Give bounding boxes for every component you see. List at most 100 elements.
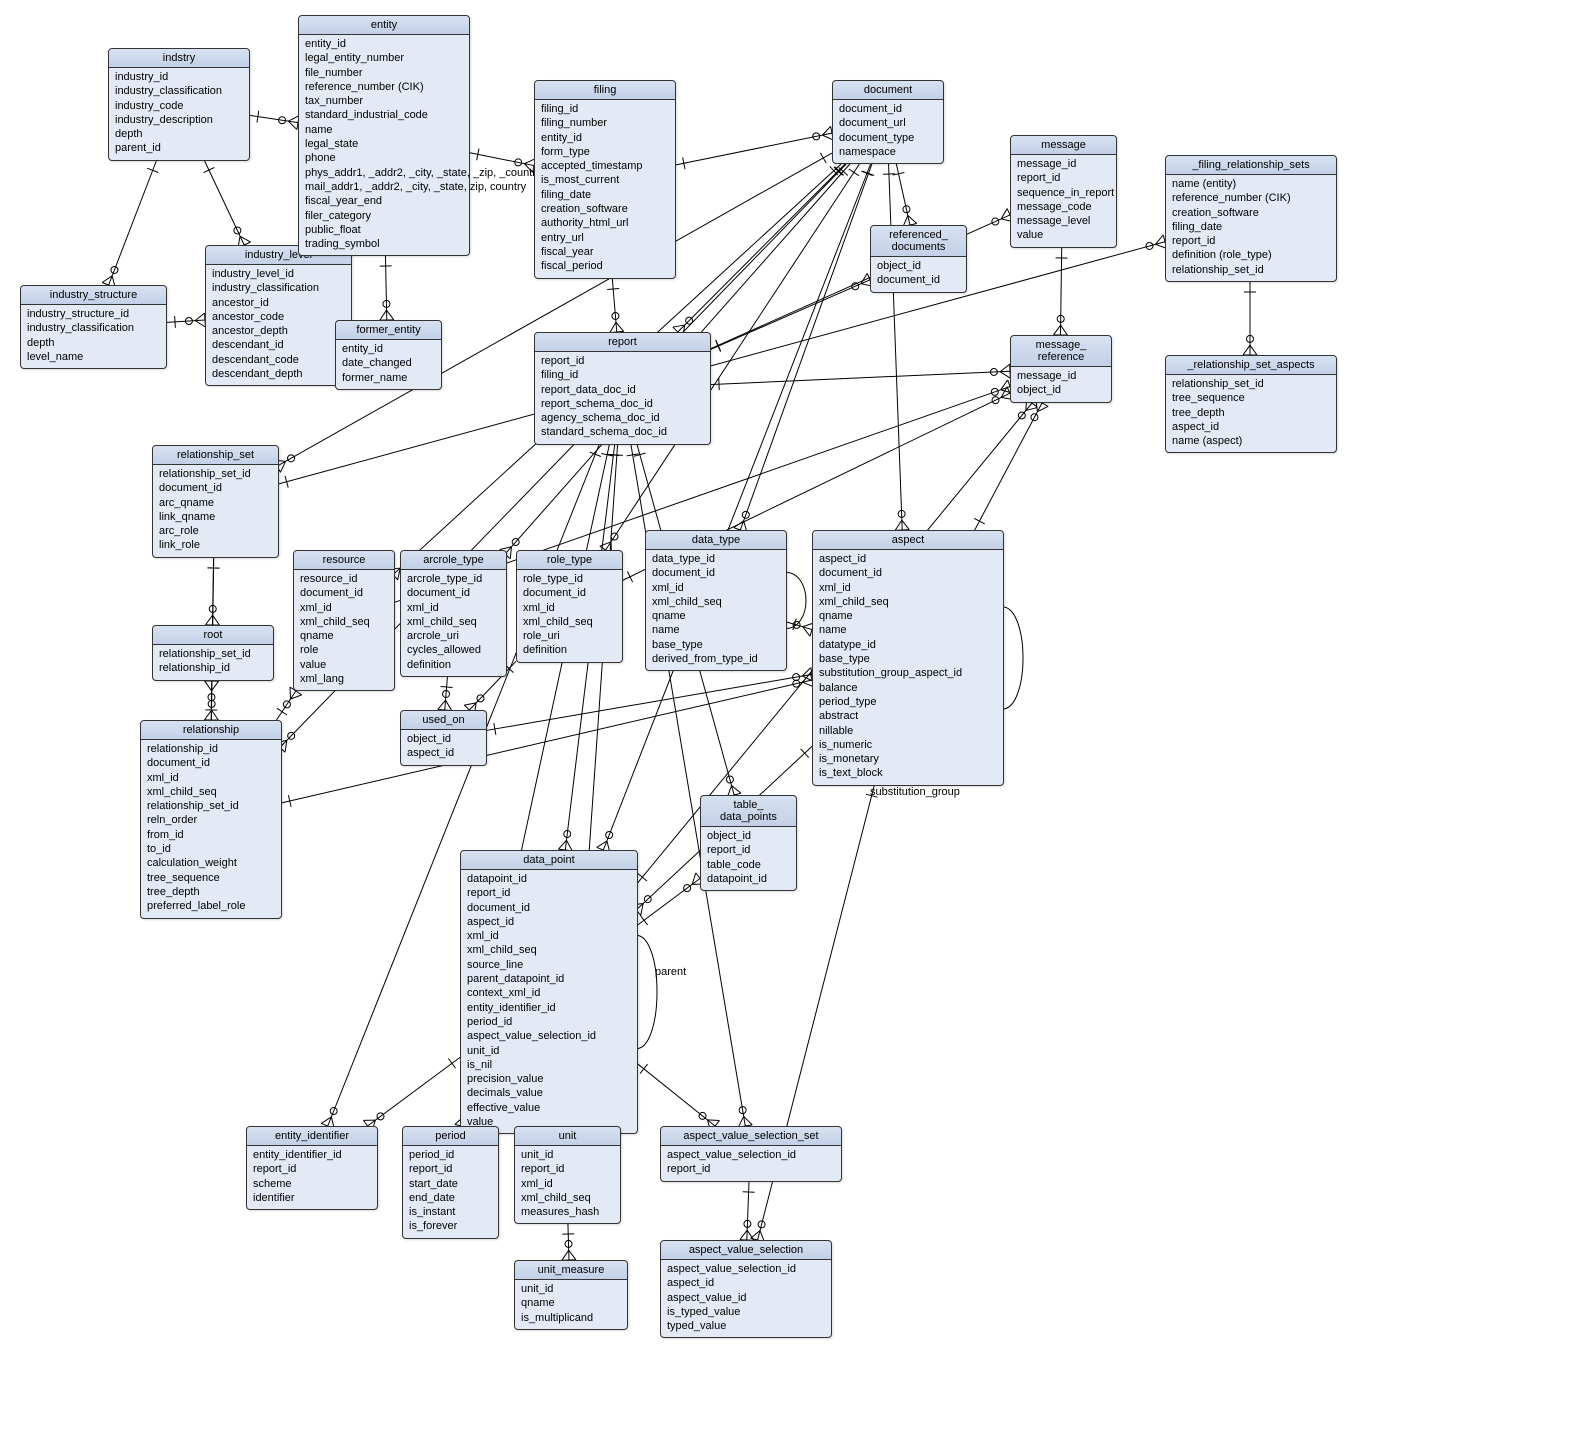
entity-attrs: entity_iddate_changedformer_name [336,340,441,389]
entity-document[interactable]: documentdocument_iddocument_urldocument_… [832,80,944,164]
entity-title: message_reference [1011,336,1111,367]
attr-row: descendant_depth [212,367,345,381]
entity-report[interactable]: reportreport_idfiling_idreport_data_doc_… [534,332,711,445]
entity-title: entity [299,16,469,35]
attr-row: message_code [1017,200,1110,214]
attr-row: parent_id [115,141,243,155]
entity-referenced_documents[interactable]: referenced_documentsobject_iddocument_id [870,225,967,293]
attr-row: datapoint_id [707,872,790,886]
entity-root[interactable]: rootrelationship_set_idrelationship_id [152,625,274,681]
attr-row: to_id [147,842,275,856]
entity-entity[interactable]: entityentity_idlegal_entity_numberfile_n… [298,15,470,256]
attr-row: descendant_code [212,353,345,367]
attr-row: document_id [819,566,997,580]
attr-row: cycles_allowed [407,643,500,657]
attr-row: name [305,123,463,137]
entity-data_type[interactable]: data_typedata_type_iddocument_idxml_idxm… [645,530,787,671]
entity-arcrole_type[interactable]: arcrole_typearcrole_type_iddocument_idxm… [400,550,507,677]
entity-former_entity[interactable]: former_entityentity_iddate_changedformer… [335,320,442,390]
entity-indstry[interactable]: indstryindustry_idindustry_classificatio… [108,48,250,161]
entity-filing[interactable]: filingfiling_idfiling_numberentity_idfor… [534,80,676,279]
entity-attrs: relationship_set_idrelationship_id [153,645,273,680]
attr-row: standard_industrial_code [305,108,463,122]
attr-row: arcrole_uri [407,629,500,643]
entity-table_data_points[interactable]: table_data_pointsobject_idreport_idtable… [700,795,797,891]
attr-row: substitution_group_aspect_id [819,666,997,680]
entity-message[interactable]: messagemessage_idreport_idsequence_in_re… [1010,135,1117,248]
entity-unit[interactable]: unitunit_idreport_idxml_idxml_child_seqm… [514,1126,621,1224]
attr-row: relationship_set_id [159,647,267,661]
attr-row: report_id [521,1162,614,1176]
attr-row: industry_structure_id [27,307,160,321]
entity-attrs: industry_level_idindustry_classification… [206,265,351,385]
attr-row: relationship_set_id [1172,263,1330,277]
attr-row: entity_id [342,342,435,356]
attr-row: report_schema_doc_id [541,397,704,411]
attr-row: fiscal_year_end [305,194,463,208]
entity-attrs: arcrole_type_iddocument_idxml_idxml_chil… [401,570,506,676]
entity-message_reference[interactable]: message_referencemessage_idobject_id [1010,335,1112,403]
attr-row: document_id [523,586,616,600]
entity-aspect_value_selection_set[interactable]: aspect_value_selection_setaspect_value_s… [660,1126,842,1182]
attr-row: entity_identifier_id [253,1148,371,1162]
entity-data_point[interactable]: data_pointdatapoint_idreport_iddocument_… [460,850,638,1134]
attr-row: file_number [305,66,463,80]
attr-row: definition [523,643,616,657]
attr-row: relationship_id [147,742,275,756]
attr-row: document_id [300,586,388,600]
entity-attrs: relationship_set_iddocument_idarc_qnamel… [153,465,278,557]
attr-row: xml_child_seq [467,943,631,957]
attr-row: end_date [409,1191,492,1205]
attr-row: industry_classification [27,321,160,335]
relationship-label: parent [655,966,686,978]
attr-row: base_type [819,652,997,666]
entity-title: industry_structure [21,286,166,305]
attr-row: xml_id [523,601,616,615]
relationship-label: substitution_group [870,786,960,798]
attr-row: xml_id [300,601,388,615]
entity-_filing_relationship_sets[interactable]: _filing_relationship_setsname (entity)re… [1165,155,1337,282]
attr-row: is_most_current [541,173,669,187]
entity-title: resource [294,551,394,570]
attr-row: phone [305,151,463,165]
entity-attrs: unit_idqnameis_multiplicand [515,1280,627,1329]
entity-aspect[interactable]: aspectaspect_iddocument_idxml_idxml_chil… [812,530,1004,786]
entity-title: table_data_points [701,796,796,827]
attr-row: reference_number (CIK) [1172,191,1330,205]
attr-row: agency_schema_doc_id [541,411,704,425]
entity-aspect_value_selection[interactable]: aspect_value_selectionaspect_value_selec… [660,1240,832,1338]
entity-attrs: resource_iddocument_idxml_idxml_child_se… [294,570,394,690]
attr-row: aspect_value_selection_id [467,1029,631,1043]
entity-industry_level[interactable]: industry_levelindustry_level_idindustry_… [205,245,352,386]
attr-row: industry_level_id [212,267,345,281]
attr-row: datapoint_id [467,872,631,886]
entity-relationship[interactable]: relationshiprelationship_iddocument_idxm… [140,720,282,919]
attr-row: role_type_id [523,572,616,586]
entity-resource[interactable]: resourceresource_iddocument_idxml_idxml_… [293,550,395,691]
entity-attrs: aspect_value_selection_idaspect_idaspect… [661,1260,831,1337]
entity-role_type[interactable]: role_typerole_type_iddocument_idxml_idxm… [516,550,623,663]
entity-used_on[interactable]: used_onobject_idaspect_id [400,710,487,766]
attr-row: reference_number (CIK) [305,80,463,94]
attr-row: measures_hash [521,1205,614,1219]
attr-row: phys_addr1, _addr2, _city, _state, _zip,… [305,166,463,180]
entity-_relationship_set_aspects[interactable]: _relationship_set_aspectsrelationship_se… [1165,355,1337,453]
entity-period[interactable]: periodperiod_idreport_idstart_dateend_da… [402,1126,499,1239]
attr-row: xml_id [819,581,997,595]
entity-attrs: relationship_set_idtree_sequencetree_dep… [1166,375,1336,452]
attr-row: is_multiplicand [521,1311,621,1325]
entity-industry_structure[interactable]: industry_structure industry_structure_idi… [20,285,167,369]
attr-row: depth [115,127,243,141]
entity-entity_identifier[interactable]: entity_identifierentity_identifier_idrep… [246,1126,378,1210]
attr-row: balance [819,681,997,695]
attr-row: report_id [467,886,631,900]
attr-row: arc_role [159,524,272,538]
attr-row: start_date [409,1177,492,1191]
entity-title: referenced_documents [871,226,966,257]
entity-relationship_set[interactable]: relationship_setrelationship_set_iddocum… [152,445,279,558]
attr-row: depth [27,336,160,350]
entity-unit_measure[interactable]: unit_measureunit_idqnameis_multiplicand [514,1260,628,1330]
attr-row: report_id [667,1162,835,1176]
attr-row: xml_id [407,601,500,615]
entity-title: unit_measure [515,1261,627,1280]
